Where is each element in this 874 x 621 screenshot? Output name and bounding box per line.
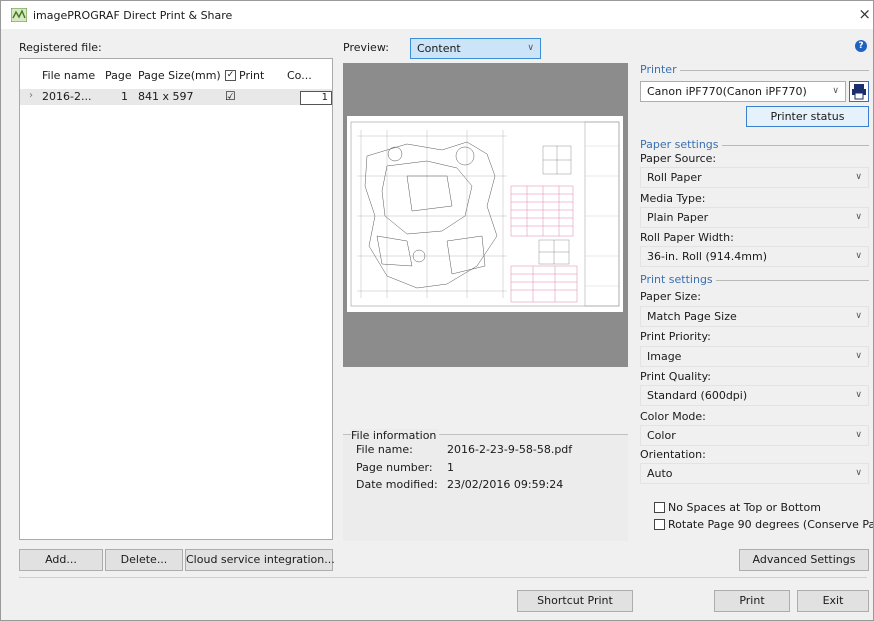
file-name-label: File name: bbox=[356, 443, 413, 456]
row-page: 1 bbox=[121, 90, 128, 103]
print-quality-label: Print Quality: bbox=[640, 370, 712, 383]
color-mode-select[interactable]: Color ∨ bbox=[640, 425, 869, 446]
file-name-value: 2016-2-23-9-58-58.pdf bbox=[447, 443, 573, 456]
media-type-value: Plain Paper bbox=[647, 211, 709, 224]
column-page[interactable]: Page bbox=[105, 69, 132, 82]
no-spaces-checkbox[interactable]: No Spaces at Top or Bottom bbox=[654, 501, 821, 514]
printer-icon-button[interactable] bbox=[849, 81, 869, 102]
preview-page-thumbnail bbox=[347, 116, 623, 312]
print-settings-title: Print settings bbox=[640, 273, 716, 286]
preview-select-value: Content bbox=[417, 42, 461, 55]
orientation-label: Orientation: bbox=[640, 448, 706, 461]
bottom-divider bbox=[19, 577, 867, 578]
print-priority-value: Image bbox=[647, 350, 682, 363]
paper-source-select[interactable]: Roll Paper ∨ bbox=[640, 167, 869, 188]
paper-source-label: Paper Source: bbox=[640, 152, 717, 165]
rotate-page-checkbox-box[interactable] bbox=[654, 519, 665, 530]
media-type-select[interactable]: Plain Paper ∨ bbox=[640, 207, 869, 228]
chevron-down-icon: ∨ bbox=[855, 468, 862, 478]
advanced-settings-button[interactable]: Advanced Settings bbox=[739, 549, 869, 571]
file-information-title: File information bbox=[351, 429, 440, 442]
row-page-size: 841 x 597 bbox=[138, 90, 194, 103]
chevron-down-icon: ∨ bbox=[855, 172, 862, 182]
no-spaces-label: No Spaces at Top or Bottom bbox=[668, 501, 821, 514]
printer-select[interactable]: Canon iPF770(Canon iPF770) ∨ bbox=[640, 81, 846, 102]
window-title: imagePROGRAF Direct Print & Share bbox=[33, 9, 233, 22]
rotate-page-checkbox[interactable]: Rotate Page 90 degrees (Conserve Paper) bbox=[654, 518, 873, 531]
chevron-down-icon: ∨ bbox=[855, 390, 862, 400]
page-number-label: Page number: bbox=[356, 461, 433, 474]
shortcut-print-button[interactable]: Shortcut Print bbox=[517, 590, 633, 612]
rotate-page-label: Rotate Page 90 degrees (Conserve Paper) bbox=[668, 518, 873, 531]
print-priority-select[interactable]: Image ∨ bbox=[640, 346, 869, 367]
roll-paper-width-value: 36-in. Roll (914.4mm) bbox=[647, 250, 767, 263]
column-file-name[interactable]: File name bbox=[42, 69, 95, 82]
column-print[interactable]: Print bbox=[239, 69, 264, 82]
row-print-checkbox[interactable]: ☑ bbox=[225, 89, 236, 103]
orientation-value: Auto bbox=[647, 467, 673, 480]
paper-size-select[interactable]: Match Page Size ∨ bbox=[640, 306, 869, 327]
chevron-down-icon: ∨ bbox=[527, 43, 534, 53]
floor-plan-drawing bbox=[350, 121, 620, 307]
chevron-down-icon: ∨ bbox=[855, 251, 862, 261]
printer-status-button[interactable]: Printer status bbox=[746, 106, 869, 127]
app-icon bbox=[11, 8, 27, 22]
chevron-down-icon: ∨ bbox=[832, 86, 839, 96]
printer-section-title: Printer bbox=[640, 63, 680, 76]
print-quality-select[interactable]: Standard (600dpi) ∨ bbox=[640, 385, 869, 406]
app-window: imagePROGRAF Direct Print & Share × Regi… bbox=[0, 0, 874, 621]
print-button[interactable]: Print bbox=[714, 590, 790, 612]
paper-source-value: Roll Paper bbox=[647, 171, 702, 184]
preview-label: Preview: bbox=[343, 41, 389, 54]
media-type-label: Media Type: bbox=[640, 192, 706, 205]
chevron-down-icon: ∨ bbox=[855, 351, 862, 361]
expand-icon[interactable]: › bbox=[29, 90, 33, 101]
print-quality-value: Standard (600dpi) bbox=[647, 389, 748, 402]
roll-paper-width-label: Roll Paper Width: bbox=[640, 231, 734, 244]
title-bar: imagePROGRAF Direct Print & Share × bbox=[1, 1, 873, 29]
exit-button[interactable]: Exit bbox=[797, 590, 869, 612]
chevron-down-icon: ∨ bbox=[855, 212, 862, 222]
paper-settings-title: Paper settings bbox=[640, 138, 722, 151]
table-row[interactable]: › 2016-2... 1 841 x 597 ☑ 1 bbox=[20, 89, 332, 105]
registered-file-label: Registered file: bbox=[19, 41, 102, 54]
orientation-select[interactable]: Auto ∨ bbox=[640, 463, 869, 484]
column-page-size[interactable]: Page Size(mm) bbox=[138, 69, 221, 82]
paper-size-value: Match Page Size bbox=[647, 310, 737, 323]
registered-file-list[interactable]: File name Page Page Size(mm) ✓ Print Co.… bbox=[19, 58, 333, 540]
print-priority-label: Print Priority: bbox=[640, 330, 711, 343]
date-modified-value: 23/02/2016 09:59:24 bbox=[447, 478, 564, 491]
paper-size-label: Paper Size: bbox=[640, 290, 701, 303]
delete-button[interactable]: Delete... bbox=[105, 549, 183, 571]
color-mode-value: Color bbox=[647, 429, 676, 442]
printer-select-value: Canon iPF770(Canon iPF770) bbox=[647, 85, 807, 98]
print-all-checkbox[interactable]: ✓ bbox=[225, 70, 236, 81]
file-list-header: File name Page Page Size(mm) ✓ Print Co.… bbox=[20, 59, 332, 89]
printer-icon bbox=[852, 84, 866, 100]
column-copies[interactable]: Co... bbox=[287, 69, 312, 82]
color-mode-label: Color Mode: bbox=[640, 410, 706, 423]
row-copies-input[interactable]: 1 bbox=[300, 91, 332, 105]
help-icon[interactable]: ? bbox=[855, 40, 867, 52]
cloud-integration-button[interactable]: Cloud service integration... bbox=[185, 549, 335, 571]
add-button[interactable]: Add... bbox=[19, 549, 103, 571]
roll-paper-width-select[interactable]: 36-in. Roll (914.4mm) ∨ bbox=[640, 246, 869, 267]
preview-select[interactable]: Content ∨ bbox=[410, 38, 541, 59]
row-file-name: 2016-2... bbox=[42, 90, 92, 103]
no-spaces-checkbox-box[interactable] bbox=[654, 502, 665, 513]
date-modified-label: Date modified: bbox=[356, 478, 438, 491]
close-icon[interactable]: × bbox=[858, 5, 871, 23]
chevron-down-icon: ∨ bbox=[855, 430, 862, 440]
chevron-down-icon: ∨ bbox=[855, 311, 862, 321]
page-number-value: 1 bbox=[447, 461, 454, 474]
